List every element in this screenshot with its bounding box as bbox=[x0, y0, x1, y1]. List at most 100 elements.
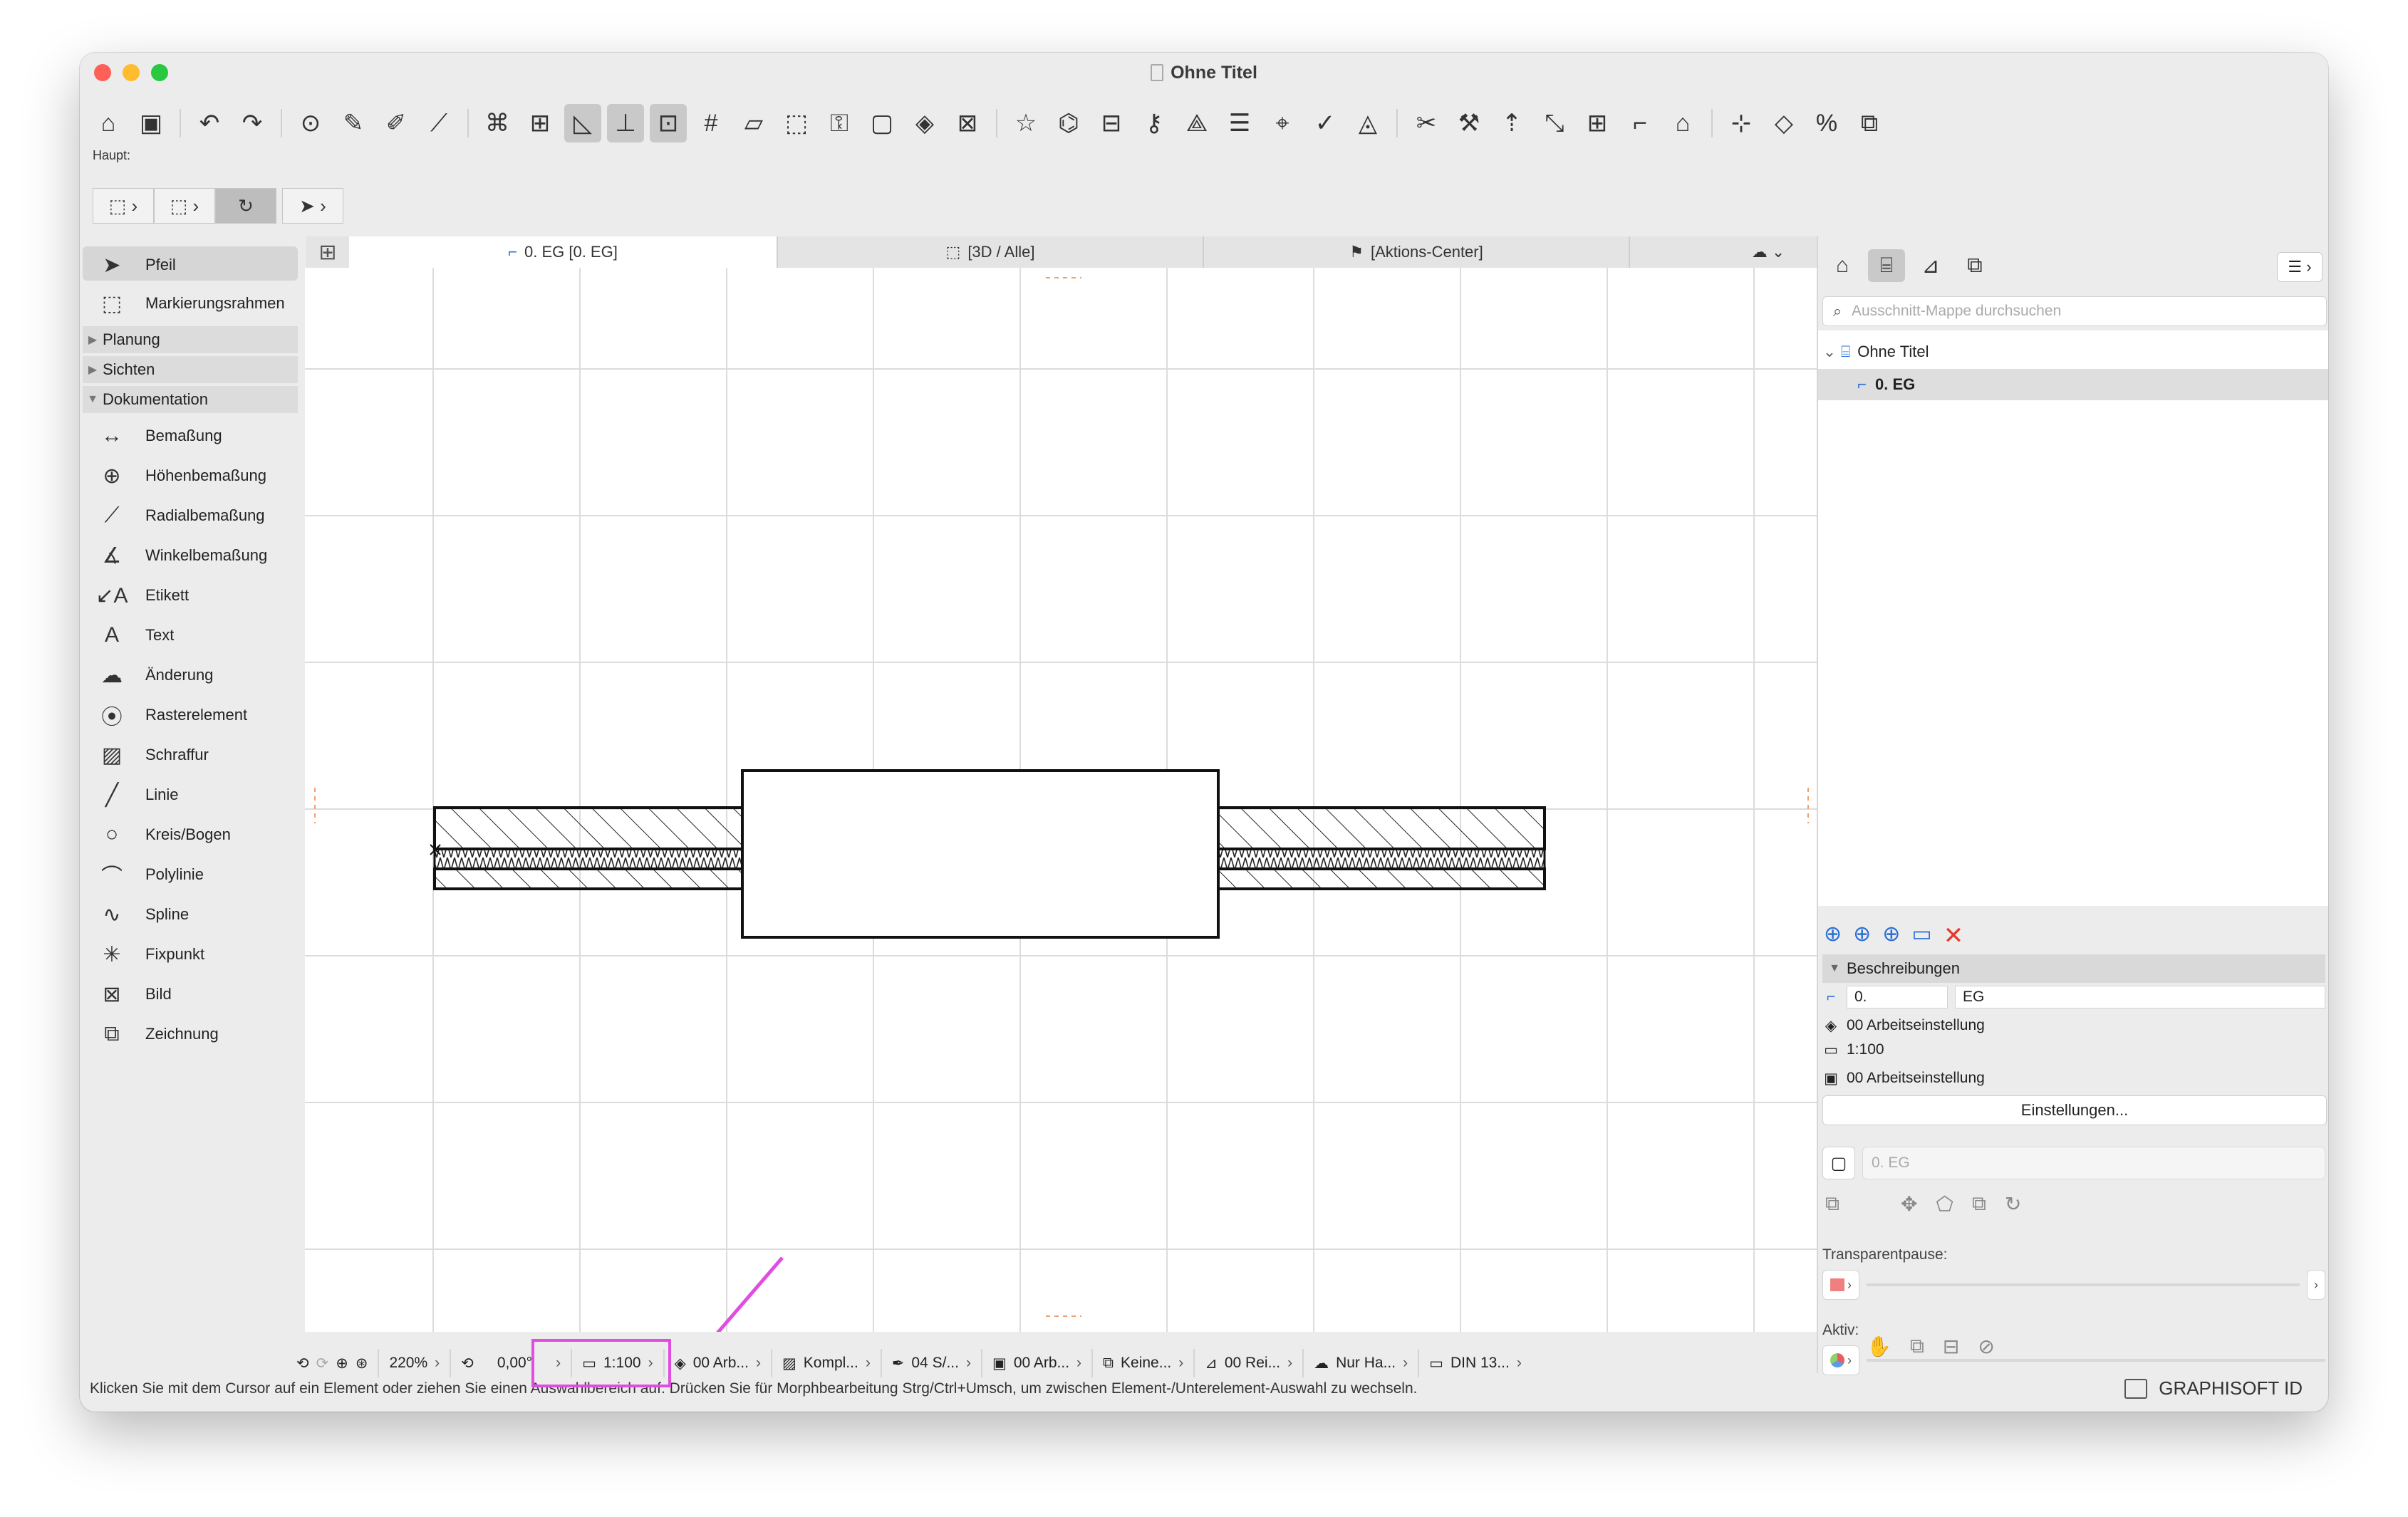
clear-icon[interactable]: ⊘ bbox=[1978, 1335, 1994, 1358]
pen-set-selector[interactable]: ✒ 04 S/... › bbox=[882, 1349, 982, 1377]
pick-up-icon[interactable]: ✎ bbox=[335, 104, 372, 142]
paper-size-selector[interactable]: ▭ DIN 13... › bbox=[1419, 1349, 1532, 1377]
fillet-icon[interactable]: ⌐ bbox=[1621, 104, 1659, 142]
story-settings-icon[interactable]: ▢ bbox=[1822, 1147, 1855, 1179]
renovation-icon[interactable]: ⊞ bbox=[521, 104, 559, 142]
arrow-mode-button[interactable]: ➤ › bbox=[282, 188, 343, 224]
copy-icon[interactable]: ⧉ bbox=[1851, 104, 1888, 142]
hand-icon[interactable]: ✋ bbox=[1867, 1335, 1891, 1358]
roof-icon[interactable]: ⌂ bbox=[1664, 104, 1701, 142]
floor-plan-drawing[interactable] bbox=[305, 268, 1817, 1332]
duplicate-icon[interactable]: ⧉ bbox=[1910, 1335, 1924, 1358]
offset-icon[interactable]: ⊹ bbox=[1723, 104, 1760, 142]
new-view-icon[interactable]: ⊕ bbox=[1824, 922, 1842, 950]
toolbox-item-marquee[interactable]: ⬚ Markierungsrahmen bbox=[80, 285, 302, 322]
move-reference-icon[interactable]: ✥ bbox=[1901, 1192, 1917, 1216]
dimension-standard-selector[interactable]: ⊿ 00 Rei... › bbox=[1195, 1349, 1304, 1377]
split-icon[interactable]: ⊞ bbox=[1579, 104, 1616, 142]
slider-expand-button[interactable]: › bbox=[2307, 1270, 2325, 1300]
slider-track[interactable] bbox=[1867, 1359, 2325, 1362]
zoom-next-icon[interactable]: ⟳ bbox=[316, 1355, 329, 1372]
new-folder-icon[interactable]: ⊕ bbox=[1882, 922, 1900, 950]
settings-button[interactable]: Einstellungen... bbox=[1822, 1095, 2327, 1125]
toolbox-item-fixpunkt[interactable]: ✳ Fixpunkt bbox=[80, 936, 302, 973]
zoom-in-icon[interactable]: ⊕ bbox=[336, 1355, 348, 1372]
story-field[interactable]: 0. EG bbox=[1862, 1147, 2325, 1179]
magic-wand-icon[interactable]: ⟋ bbox=[420, 104, 457, 142]
zoom-level[interactable]: 220% › bbox=[379, 1349, 452, 1377]
layer-combo-selector[interactable]: ◈ 00 Arb... › bbox=[665, 1349, 772, 1377]
renovation-filter-selector[interactable]: ⧉ Keine... › bbox=[1093, 1349, 1195, 1377]
undo-icon[interactable]: ↶ bbox=[191, 104, 228, 142]
structure-display-selector[interactable]: ▨ Kompl... › bbox=[772, 1349, 882, 1377]
toolbox-item-polylinie[interactable]: ⌒ Polylinie bbox=[80, 856, 302, 893]
toolbox-group-planung[interactable]: ▶ Planung bbox=[83, 326, 298, 353]
maximize-window-button[interactable] bbox=[151, 64, 168, 81]
toolbox-item-zeichnung[interactable]: ⧉ Zeichnung bbox=[80, 1016, 302, 1053]
tag-icon[interactable]: ⌖ bbox=[1264, 104, 1301, 142]
tab-menu-button[interactable]: ☁ ⌄ bbox=[1735, 236, 1801, 268]
model-view-row[interactable]: ▣ 00 Arbeitseinstellung bbox=[1822, 1065, 2325, 1091]
shape-icon[interactable]: ◬ bbox=[1349, 104, 1386, 142]
right-wall[interactable] bbox=[1217, 806, 1546, 890]
partial-structure-selector[interactable]: ☁ Nur Ha... › bbox=[1304, 1349, 1420, 1377]
reset-reference-icon[interactable]: ↻ bbox=[2005, 1192, 2021, 1216]
view-map-icon[interactable]: ⌸ bbox=[1868, 249, 1905, 282]
tree-item-root[interactable]: ⌄ ⌸ Ohne Titel bbox=[1818, 336, 2328, 367]
toolbox-group-dokumentation[interactable]: ▼ Dokumentation bbox=[83, 386, 298, 413]
toolbox-item-winkelbemassung[interactable]: ∡ Winkelbemaßung bbox=[80, 537, 302, 574]
rotate-mode-button[interactable]: ↻ bbox=[215, 188, 276, 224]
ruler-icon[interactable]: ◺ bbox=[564, 104, 601, 142]
tab-action-center[interactable]: ⚑ [Aktions-Center] bbox=[1204, 236, 1630, 268]
section-icon[interactable]: ⊠ bbox=[949, 104, 986, 142]
zoom-previous-icon[interactable]: ⟲ bbox=[296, 1355, 309, 1372]
properties-section-header[interactable]: ▼ Beschreibungen bbox=[1822, 954, 2325, 983]
center-block[interactable] bbox=[741, 769, 1220, 939]
tab-floor-plan[interactable]: ⌐ 0. EG [0. EG] bbox=[349, 236, 778, 268]
view-settings-icon[interactable]: ▭ bbox=[1911, 922, 1931, 950]
layout-book-icon[interactable]: ⊿ bbox=[1912, 249, 1949, 282]
toolbox-item-linie[interactable]: ╱ Linie bbox=[80, 776, 302, 813]
navigator-menu-button[interactable]: ☰ › bbox=[2277, 252, 2323, 282]
drawing-canvas[interactable] bbox=[305, 268, 1817, 1332]
tab-overview-icon[interactable]: ⊞ bbox=[306, 236, 349, 268]
marquee-mode-button[interactable]: ⬚ › bbox=[154, 188, 215, 224]
layer-combo-row[interactable]: ◈ 00 Arbeitseinstellung bbox=[1822, 1013, 2325, 1038]
star-icon[interactable]: ☆ bbox=[1007, 104, 1044, 142]
toolbox-group-sichten[interactable]: ▶ Sichten bbox=[83, 356, 298, 383]
active-color-button[interactable]: › bbox=[1822, 1345, 1859, 1375]
mirror-icon[interactable]: ◇ bbox=[1765, 104, 1802, 142]
interior-elevation-icon[interactable]: ⊟ bbox=[1093, 104, 1130, 142]
view-map-search[interactable]: ⌕ Ausschnitt-Mappe durchsuchen bbox=[1822, 296, 2327, 326]
trace-color-button[interactable]: › bbox=[1822, 1270, 1859, 1300]
delete-view-icon[interactable]: ✕ bbox=[1943, 922, 1964, 950]
key-icon[interactable]: ⚷ bbox=[1136, 104, 1173, 142]
toolbox-item-bild[interactable]: ⊠ Bild bbox=[80, 976, 302, 1013]
elevation-icon[interactable]: ⌬ bbox=[1050, 104, 1087, 142]
compare-icon[interactable]: ⊟ bbox=[1943, 1335, 1959, 1358]
snap-guide-icon[interactable]: ⊡ bbox=[650, 104, 687, 142]
toolbox-item-hoehenbemassung[interactable]: ⊕ Höhenbemaßung bbox=[80, 457, 302, 494]
find-select-icon[interactable]: ⊙ bbox=[292, 104, 329, 142]
redo-icon[interactable]: ↷ bbox=[234, 104, 271, 142]
group-icon[interactable]: ▢ bbox=[863, 104, 901, 142]
model-view-selector[interactable]: ▣ 00 Arb... › bbox=[982, 1349, 1094, 1377]
toolbox-item-bemassung[interactable]: ↔ Bemaßung bbox=[80, 417, 302, 454]
toolbox-item-pfeil[interactable]: ➤ Pfeil bbox=[80, 246, 302, 283]
view-name-field[interactable]: EG bbox=[1955, 986, 2325, 1008]
toolbox-item-schraffur[interactable]: ▨ Schraffur bbox=[80, 736, 302, 773]
trace-icon[interactable]: ⧉ bbox=[1825, 1192, 1839, 1216]
project-map-icon[interactable]: ⌂ bbox=[1824, 249, 1861, 282]
tree-item-view[interactable]: ⌐ 0. EG bbox=[1818, 369, 2328, 400]
3d-icon[interactable]: ⟁ bbox=[1178, 104, 1215, 142]
rotate-reference-icon[interactable]: ⬠ bbox=[1936, 1192, 1953, 1216]
toolbox-item-etikett[interactable]: ↙A Etikett bbox=[80, 577, 302, 614]
fit-in-window-icon[interactable]: ⊛ bbox=[356, 1355, 368, 1372]
wrench-icon[interactable]: ⚒ bbox=[1450, 104, 1488, 142]
slider-track[interactable] bbox=[1867, 1283, 2300, 1286]
move-icon[interactable]: ⇡ bbox=[1493, 104, 1530, 142]
percent-icon[interactable]: % bbox=[1808, 104, 1845, 142]
close-window-button[interactable] bbox=[94, 64, 111, 81]
lock-icon[interactable]: ⚿ bbox=[821, 104, 858, 142]
toolbox-item-rasterelement[interactable]: ⦿ Rasterelement bbox=[80, 697, 302, 734]
